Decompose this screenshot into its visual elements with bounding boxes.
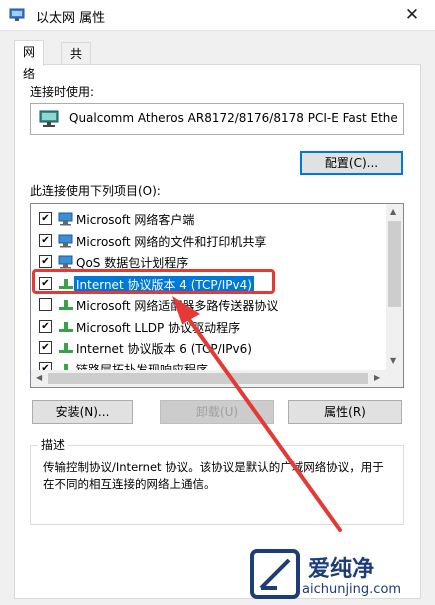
item-label: Microsoft 网络适配器多路传送器协议 (76, 299, 279, 313)
adapter-field: Qualcomm Atheros AR8172/8176/8178 PCI-E … (30, 103, 404, 135)
window-title: 以太网 属性 (36, 11, 106, 26)
scroll-right-icon[interactable]: ▶ (374, 373, 380, 382)
adapter-name: Qualcomm Atheros AR8172/8176/8178 PCI-E … (69, 111, 398, 125)
configure-button[interactable]: 配置(C)... (300, 151, 403, 175)
close-button[interactable]: ✕ (389, 0, 435, 30)
item-checkbox[interactable]: ✔ (39, 320, 52, 333)
scroll-left-icon[interactable]: ◀ (36, 373, 42, 382)
horizontal-scroll-thumb[interactable] (48, 373, 368, 384)
item-label: Microsoft LLDP 协议驱动程序 (76, 321, 241, 335)
tab-network-label: 网络 (23, 45, 36, 81)
item-checkbox[interactable] (39, 298, 52, 311)
scroll-up-icon[interactable]: ▲ (390, 207, 396, 216)
item-label: Internet 协议版本 6 (TCP/IPv6) (76, 342, 252, 356)
network-adapter-icon (9, 8, 25, 21)
install-button[interactable]: 安装(N)... (32, 400, 133, 424)
file-share-icon (58, 234, 73, 248)
list-item[interactable]: ✔ Microsoft 网络客户端 (31, 208, 383, 229)
close-icon: ✕ (404, 5, 420, 25)
protocol-icon (59, 343, 73, 353)
list-item[interactable]: ✔ Microsoft 网络的文件和打印机共享 (31, 230, 383, 251)
scrollbar-corner (386, 370, 403, 387)
vertical-scroll-thumb[interactable] (388, 221, 401, 307)
list-item[interactable]: Microsoft 网络适配器多路传送器协议 (31, 294, 383, 315)
items-label: 此连接使用下列项目(O): (30, 184, 161, 198)
item-label: Microsoft 网络的文件和打印机共享 (76, 235, 267, 249)
description-title: 描述 (38, 436, 69, 453)
protocol-icon (59, 300, 73, 310)
components-list[interactable]: ✔ Microsoft 网络客户端 ✔ Microsoft 网络的文件和打印机共… (30, 203, 404, 388)
item-checkbox[interactable]: ✔ (39, 255, 52, 268)
watermark-brand: 爱纯净 (308, 557, 375, 582)
watermark-logo-icon (250, 549, 300, 599)
protocol-icon (59, 322, 73, 332)
item-label: Microsoft 网络客户端 (76, 213, 195, 227)
scroll-down-icon[interactable]: ▼ (390, 356, 396, 365)
network-client-icon (58, 212, 73, 226)
item-checkbox[interactable]: ✔ (39, 234, 52, 247)
tab-network[interactable]: 网络 (14, 40, 45, 81)
title-bar: 以太网 属性 ✕ (0, 0, 435, 31)
watermark-url: aichunjing.com (302, 582, 402, 597)
horizontal-scrollbar[interactable]: ◀ ▶ (31, 370, 386, 387)
vertical-scrollbar[interactable]: ▲ ▼ (386, 204, 403, 370)
connect-using-label: 连接时使用: (30, 85, 95, 99)
network-adapter-icon (39, 110, 59, 127)
properties-button[interactable]: 属性(R) (288, 400, 402, 424)
uninstall-button[interactable]: 卸载(U) (160, 400, 274, 424)
list-item[interactable]: ✔ Microsoft LLDP 协议驱动程序 (31, 316, 383, 337)
item-checkbox[interactable]: ✔ (39, 212, 52, 225)
item-checkbox[interactable]: ✔ (39, 341, 52, 354)
description-text: 传输控制协议/Internet 协议。该协议是默认的广域网络协议，用于在不同的相… (43, 460, 384, 491)
highlight-box (32, 269, 275, 294)
qos-icon (58, 255, 73, 269)
list-item[interactable]: ✔ Internet 协议版本 6 (TCP/IPv6) (31, 337, 383, 358)
tab-sharing[interactable]: 共享 (61, 42, 92, 83)
background-window-edge (0, 60, 6, 100)
